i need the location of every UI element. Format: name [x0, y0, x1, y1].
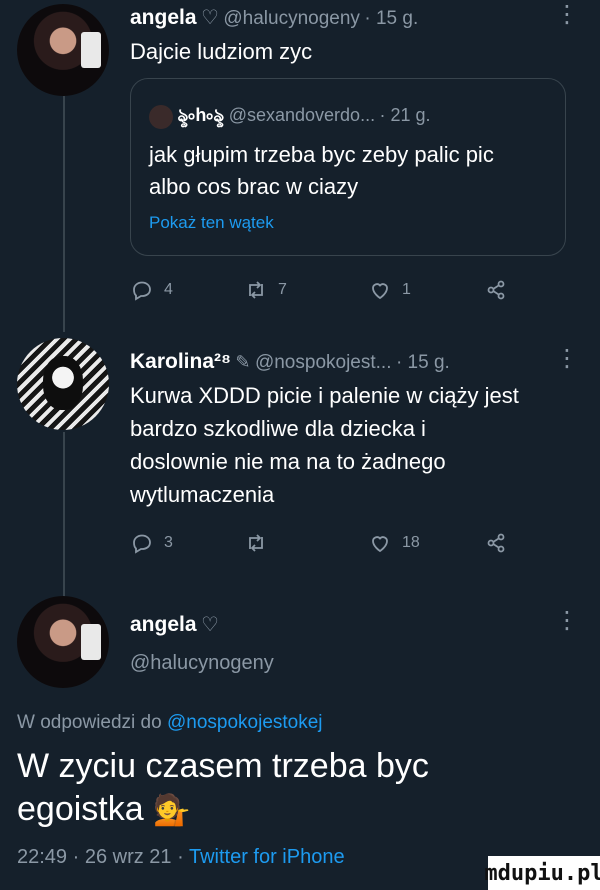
- reply-button[interactable]: 3: [130, 531, 173, 555]
- retweet-count: 7: [278, 281, 287, 298]
- share-button[interactable]: [484, 278, 508, 302]
- tweet-text-line: bardzo szkodliwe dla dziecka i: [130, 416, 426, 441]
- author-name[interactable]: angela: [130, 6, 197, 29]
- heart-icon: [372, 283, 388, 300]
- main-text: egoistka: [17, 790, 144, 828]
- author-handle[interactable]: @halucynogeny: [130, 652, 274, 675]
- watermark-logo: mdupiu.pl: [484, 856, 600, 890]
- more-icon[interactable]: ⋮: [555, 344, 579, 373]
- avatar[interactable]: [17, 596, 109, 688]
- quote-text-line: jak głupim trzeba byc zeby palic pic: [149, 142, 494, 167]
- quote-author-handle: @sexandoverdo...: [228, 105, 376, 125]
- like-button[interactable]: 1: [368, 278, 411, 302]
- paint-icon: ✎: [235, 352, 251, 372]
- client-link[interactable]: Twitter for iPhone: [189, 846, 345, 868]
- tweet-text-line: wytlumaczenia: [130, 482, 275, 507]
- tweet-text-line: Kurwa XDDD picie i palenie w ciąży jest: [130, 383, 519, 408]
- heart-icon: ♡: [200, 614, 219, 636]
- reply-button[interactable]: 4: [130, 278, 173, 302]
- quote-author-name: ৡ৹h৹ৡ: [177, 105, 225, 125]
- tweet-meta: 22:49 · 26 wrz 21 · Twitter for iPhone: [17, 846, 345, 869]
- avatar[interactable]: [17, 4, 109, 96]
- share-button[interactable]: [484, 531, 508, 555]
- avatar[interactable]: [17, 338, 109, 430]
- reply-count: 3: [164, 534, 173, 551]
- more-icon[interactable]: ⋮: [555, 606, 579, 635]
- thread-line: [63, 96, 65, 332]
- retweet-icon: [249, 281, 263, 299]
- retweet-icon: [249, 534, 263, 552]
- main-author: angela ♡: [130, 612, 219, 637]
- emoji-icon: 💁: [153, 794, 191, 827]
- quoted-tweet[interactable]: ৡ৹h৹ৡ @sexandoverdo... · 21 g. jak głupi…: [130, 78, 566, 256]
- reply-count: 4: [164, 281, 173, 298]
- show-thread-link[interactable]: Pokaż ten wątek: [149, 213, 274, 233]
- reply-prefix: W odpowiedzi do: [17, 712, 162, 733]
- tweet-text-line: doslownie nie ma na to żadnego: [130, 449, 446, 474]
- reply-handle-link[interactable]: @nospokojestokej: [167, 712, 323, 733]
- quote-avatar: [149, 104, 173, 129]
- retweet-button[interactable]: [244, 531, 278, 555]
- author-handle[interactable]: @nospokojest...: [255, 352, 392, 373]
- retweet-button[interactable]: 7: [244, 278, 287, 302]
- tweet-time[interactable]: · 15 g.: [396, 352, 450, 373]
- more-icon[interactable]: ⋮: [555, 0, 579, 29]
- reply-context: W odpowiedzi do @nospokojestokej: [17, 712, 323, 734]
- author-name[interactable]: angela: [130, 613, 197, 636]
- quote-text-line: albo cos brac w ciazy: [149, 174, 359, 199]
- like-button[interactable]: 18: [368, 531, 420, 555]
- author-name[interactable]: Karolina²⁸: [130, 350, 231, 373]
- tweet-header: angela ♡ @halucynogeny · 15 g.: [130, 5, 418, 30]
- thread-line: [63, 432, 65, 604]
- like-count: 18: [402, 534, 420, 551]
- author-handle[interactable]: @halucynogeny: [223, 8, 360, 29]
- like-count: 1: [402, 281, 411, 298]
- heart-icon: ♡: [200, 7, 219, 29]
- tweet-text: Dajcie ludziom zyc: [130, 39, 313, 64]
- tweet-header: Karolina²⁸ ✎ @nospokojest... · 15 g.: [130, 350, 450, 374]
- quote-time: · 21 g.: [379, 105, 431, 125]
- heart-icon: [372, 536, 388, 553]
- tweet-time[interactable]: · 15 g.: [364, 8, 418, 29]
- timestamp[interactable]: 22:49 · 26 wrz 21 ·: [17, 846, 189, 868]
- share-icon: [487, 280, 505, 300]
- main-text-line: W zyciu czasem trzeba byc: [17, 747, 429, 785]
- main-text-line-2: egoistka 💁: [17, 788, 190, 832]
- share-icon: [487, 533, 505, 553]
- quote-header: ৡ৹h৹ৡ @sexandoverdo... · 21 g.: [149, 101, 431, 132]
- reply-icon: [133, 534, 151, 554]
- reply-icon: [133, 281, 151, 301]
